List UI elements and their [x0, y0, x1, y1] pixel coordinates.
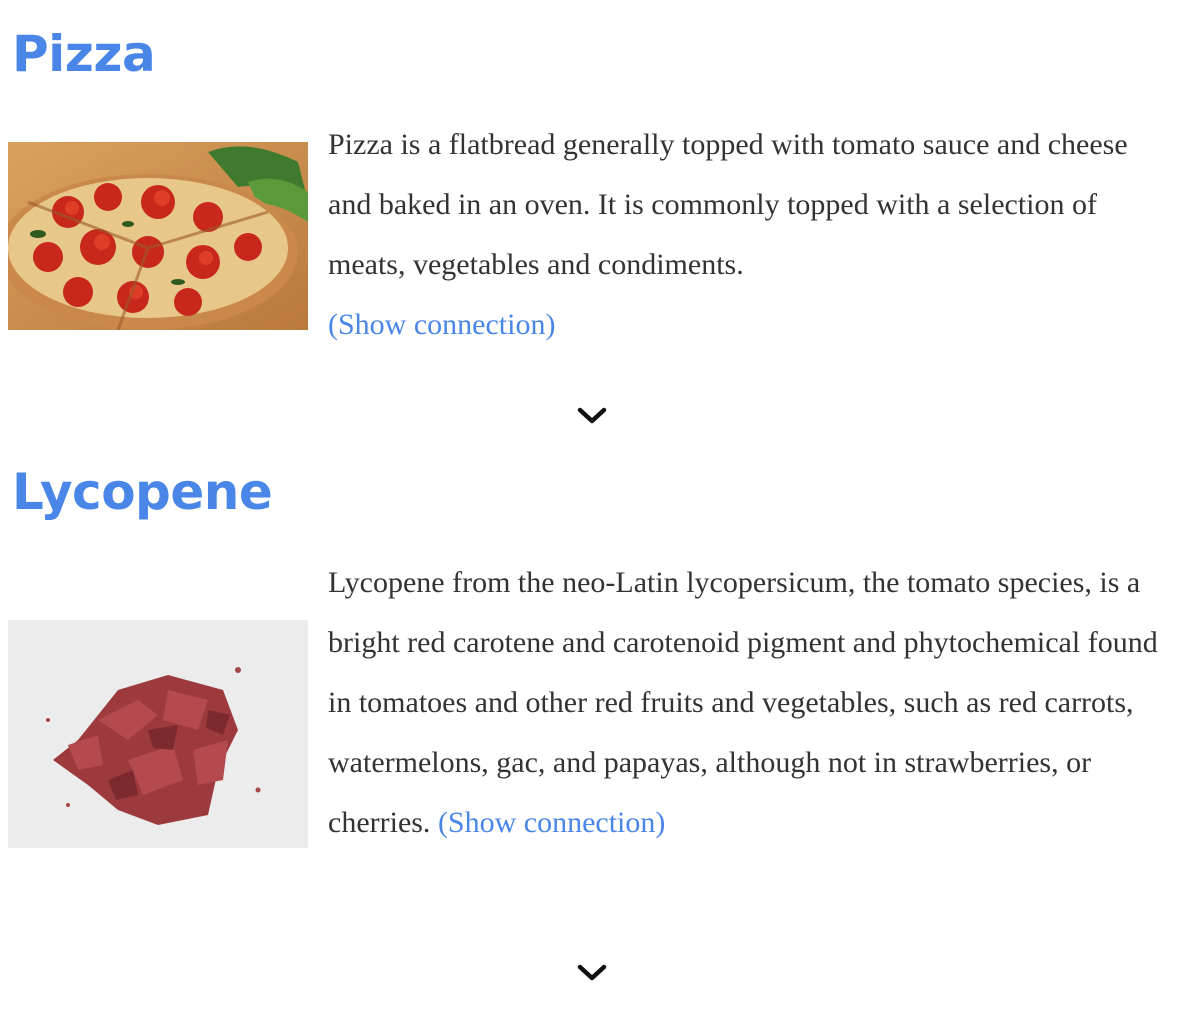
- lycopene-powder-photo-icon: [8, 620, 308, 848]
- pizza-description-text: Pizza is a flatbread generally topped wi…: [328, 128, 1128, 281]
- topic-description-lycopene: Lycopene from the neo-Latin lycopersicum…: [328, 553, 1163, 853]
- lycopene-image: [8, 620, 308, 848]
- chevron-down-icon[interactable]: [574, 961, 610, 985]
- pizza-photo-icon: [8, 142, 308, 330]
- pizza-image: [8, 142, 308, 330]
- topic-title-lycopene: Lycopene: [12, 463, 273, 521]
- chevron-down-icon[interactable]: [574, 404, 610, 428]
- topic-title-pizza: Pizza: [12, 25, 156, 83]
- show-connection-link-pizza[interactable]: (Show connection): [328, 308, 555, 341]
- topic-description-pizza: Pizza is a flatbread generally topped wi…: [328, 115, 1163, 355]
- lycopene-description-text: Lycopene from the neo-Latin lycopersicum…: [328, 566, 1158, 839]
- show-connection-link-lycopene[interactable]: (Show connection): [438, 806, 665, 839]
